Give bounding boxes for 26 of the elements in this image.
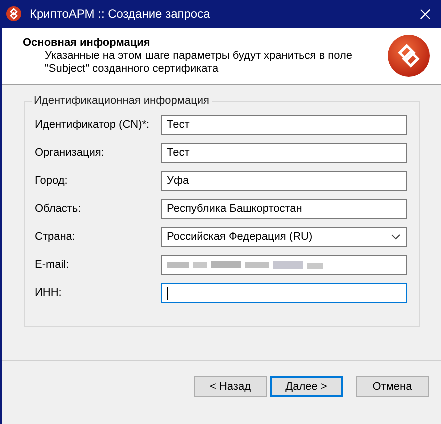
app-logo-icon: [6, 6, 22, 22]
field-label: Область:: [35, 203, 82, 215]
field-label: Идентификатор (CN)*:: [35, 119, 151, 131]
field-label: Город:: [35, 175, 69, 187]
text-cursor: [167, 286, 168, 300]
field-label: Страна:: [35, 231, 76, 243]
field-label: E-mail:: [35, 259, 70, 271]
field-label: Организация:: [35, 147, 106, 159]
close-icon[interactable]: [420, 8, 431, 20]
wizard-button[interactable]: < Назад: [194, 376, 267, 397]
app-logo-icon: [387, 34, 431, 78]
text-field[interactable]: Тест: [161, 115, 407, 135]
country-dropdown[interactable]: Российская Федерация (RU): [161, 227, 407, 247]
page-title: Основная информация: [23, 36, 152, 48]
text-field[interactable]: Уфа: [161, 171, 407, 191]
chevron-down-icon: [391, 234, 401, 240]
email-field[interactable]: [161, 255, 407, 275]
group-title: Идентификационная информация: [33, 95, 210, 107]
text-field[interactable]: Республика Башкортостан: [161, 199, 407, 219]
page-description: Указанные на этом шаге параметры будут храниться в поле "Subject" созданного сертификата: [44, 50, 354, 76]
wizard-button[interactable]: Отмена: [356, 376, 429, 397]
field-label: ИНН:: [35, 287, 63, 299]
text-field[interactable]: Тест: [161, 143, 407, 163]
window-title: КриптоАРМ :: Создание запроса: [30, 7, 212, 21]
wizard-button[interactable]: Далее >: [270, 376, 343, 397]
text-field[interactable]: [161, 283, 407, 303]
